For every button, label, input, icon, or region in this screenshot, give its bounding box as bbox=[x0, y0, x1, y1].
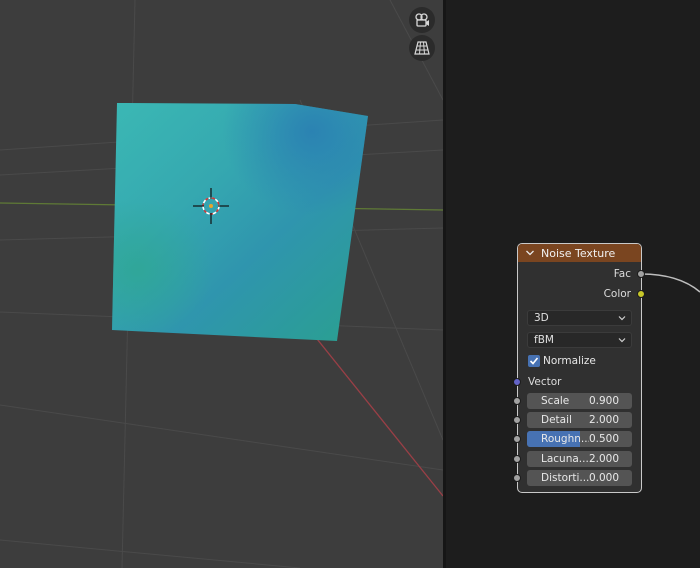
scale-input-socket[interactable] bbox=[513, 397, 521, 405]
scale-value: 0.900 bbox=[588, 395, 619, 407]
chevron-down-icon bbox=[618, 338, 626, 343]
distortion-value: 0.000 bbox=[588, 472, 619, 484]
vector-input-socket[interactable] bbox=[513, 378, 521, 386]
grid-view-icon[interactable] bbox=[409, 35, 435, 61]
node-title: Noise Texture bbox=[541, 246, 616, 260]
3d-viewport[interactable] bbox=[0, 0, 443, 568]
node-header[interactable]: Noise Texture bbox=[518, 244, 641, 262]
checkmark-icon bbox=[529, 357, 539, 365]
normalize-checkbox[interactable] bbox=[528, 355, 540, 367]
roughness-label: Roughn... bbox=[541, 433, 589, 445]
lacunarity-label: Lacuna... bbox=[541, 453, 589, 465]
distortion-label: Distorti... bbox=[541, 472, 589, 484]
noise-type-value: fBM bbox=[534, 334, 554, 346]
chevron-down-icon[interactable] bbox=[525, 248, 535, 258]
detail-value: 2.000 bbox=[588, 414, 619, 426]
vector-label: Vector bbox=[528, 376, 562, 388]
scale-label: Scale bbox=[541, 395, 570, 407]
lacunarity-input-socket[interactable] bbox=[513, 455, 521, 463]
dimensions-dropdown[interactable]: 3D bbox=[527, 310, 632, 326]
viewport-scene bbox=[0, 0, 443, 568]
output-color-label: Color bbox=[603, 288, 631, 300]
output-fac-socket[interactable] bbox=[637, 270, 645, 278]
noise-type-dropdown[interactable]: fBM bbox=[527, 332, 632, 348]
normalize-label: Normalize bbox=[543, 355, 596, 367]
lacunarity-value: 2.000 bbox=[588, 453, 619, 465]
camera-view-icon[interactable] bbox=[409, 7, 435, 33]
detail-field[interactable]: Detail 2.000 bbox=[527, 412, 632, 428]
chevron-down-icon bbox=[618, 316, 626, 321]
roughness-field[interactable]: Roughn... 0.500 bbox=[527, 431, 632, 447]
distortion-field[interactable]: Distorti... 0.000 bbox=[527, 470, 632, 486]
lacunarity-field[interactable]: Lacuna... 2.000 bbox=[527, 451, 632, 467]
roughness-value: 0.500 bbox=[588, 433, 619, 445]
output-fac-label: Fac bbox=[613, 268, 631, 280]
distortion-input-socket[interactable] bbox=[513, 474, 521, 482]
roughness-input-socket[interactable] bbox=[513, 435, 521, 443]
normalize-option[interactable]: Normalize bbox=[528, 355, 596, 367]
dimensions-value: 3D bbox=[534, 312, 549, 324]
detail-input-socket[interactable] bbox=[513, 416, 521, 424]
detail-label: Detail bbox=[541, 414, 572, 426]
scale-field[interactable]: Scale 0.900 bbox=[527, 393, 632, 409]
output-color-socket[interactable] bbox=[637, 290, 645, 298]
